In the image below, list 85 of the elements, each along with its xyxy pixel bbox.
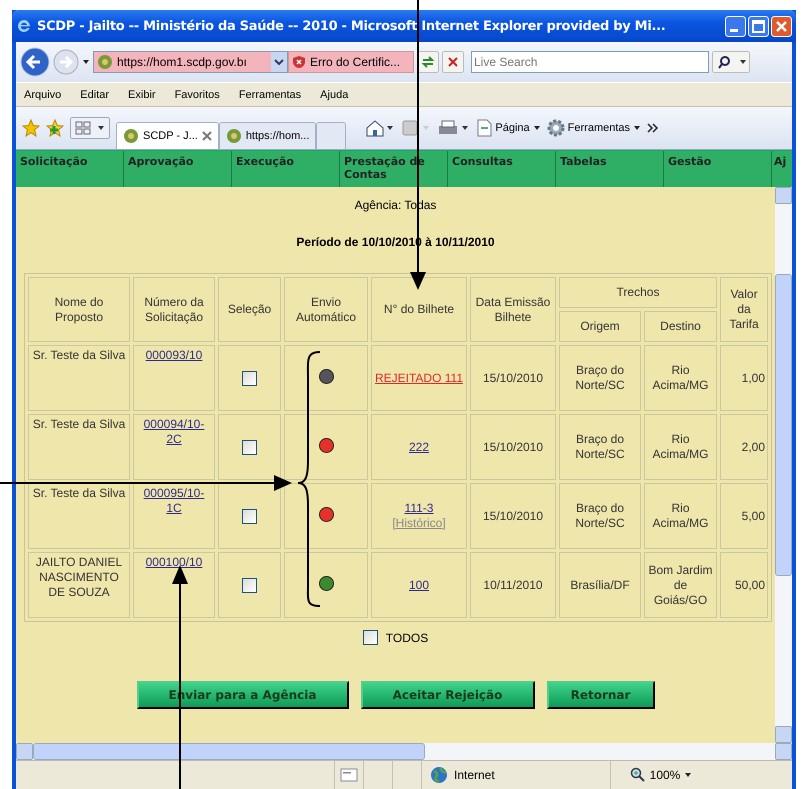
- gear-icon: [546, 119, 565, 137]
- ticket-link[interactable]: 111-3: [404, 501, 434, 516]
- certificate-error-button[interactable]: Erro do Certific...: [288, 51, 414, 73]
- search-field[interactable]: Live Search: [471, 51, 709, 73]
- table-cell: JAILTO DANIEL NASCIMENTO DE SOUZA: [28, 552, 130, 618]
- site-icon: [97, 54, 113, 70]
- checkbox[interactable]: [242, 440, 257, 455]
- table-cell: 10/11/2010: [470, 552, 556, 618]
- window-title: SCDP - Jailto -- Ministério da Saúde -- 2010 - Microsoft Internet Explorer provided by Mi...: [37, 18, 666, 34]
- table-cell: Sr. Teste da Silva: [28, 345, 130, 411]
- browser-logo-icon: [16, 18, 32, 34]
- page-menu-button[interactable]: Página: [476, 119, 541, 137]
- table-cell: 1,00: [720, 345, 768, 411]
- status-zone: Internet: [454, 768, 495, 782]
- table-cell: Brasília/DF: [559, 552, 641, 618]
- chevron-icon[interactable]: [647, 122, 660, 134]
- star-icon[interactable]: [22, 119, 40, 137]
- vertical-scrollbar[interactable]: [775, 187, 792, 743]
- table-cell: 50,00: [720, 552, 768, 618]
- column-header: Data Emissão Bilhete: [470, 277, 556, 342]
- request-link[interactable]: 000100/10: [146, 555, 202, 570]
- checkbox[interactable]: [242, 508, 257, 524]
- table-cell: Bom Jardim de Goiás/GO: [644, 552, 717, 618]
- column-header: Seleção: [218, 277, 281, 342]
- table-cell: 15/10/2010: [470, 483, 556, 549]
- table-cell: Sr. Teste da Silva: [28, 483, 130, 549]
- tools-menu-button[interactable]: Ferramentas: [546, 119, 642, 137]
- zoom-icon: [630, 767, 646, 783]
- page-icon: [476, 119, 492, 137]
- column-header: N° do Bilhete: [371, 277, 467, 342]
- table-cell: Rio Acima/MG: [644, 414, 717, 480]
- column-header: Número da Solicitação: [133, 277, 215, 342]
- refresh-button[interactable]: [417, 51, 439, 73]
- table-cell: Rio Acima/MG: [644, 345, 717, 411]
- table-cell: 15/10/2010: [470, 414, 556, 480]
- address-field[interactable]: https://hom1.scdp.gov.bı: [93, 51, 288, 73]
- column-header: Envio Automático: [284, 277, 368, 342]
- minimize-button[interactable]: [725, 16, 746, 36]
- search-button[interactable]: [712, 51, 750, 73]
- action-button[interactable]: Aceitar Rejeição: [360, 681, 534, 709]
- back-button[interactable]: [20, 47, 50, 77]
- menu-item[interactable]: Editar: [80, 88, 110, 100]
- table-cell: Braço do Norte/SC: [559, 483, 641, 549]
- menu-item[interactable]: Ferramentas: [238, 88, 302, 100]
- site-icon: [226, 128, 242, 144]
- column-header: Trechos: [559, 277, 717, 308]
- table-cell: Sr. Teste da Silva: [28, 414, 130, 480]
- add-favorite-icon[interactable]: [46, 119, 64, 137]
- table-cell: 15/10/2010: [470, 345, 556, 411]
- globe-icon: [430, 766, 448, 784]
- shield-icon: [292, 55, 306, 69]
- request-link[interactable]: 000093/10: [146, 348, 202, 363]
- zoom-level[interactable]: 100%: [650, 768, 680, 782]
- menu-item[interactable]: Favoritos: [174, 88, 220, 100]
- column-header: Origem: [559, 311, 641, 342]
- site-icon: [123, 128, 139, 144]
- table-cell: 2,00: [720, 414, 768, 480]
- menu-item[interactable]: Exibir: [128, 88, 156, 100]
- table-cell: Braço do Norte/SC: [559, 345, 641, 411]
- browser-tab[interactable]: https://hom...: [218, 122, 316, 149]
- checkbox-label: TODOS: [386, 630, 428, 644]
- horizontal-scrollbar[interactable]: [16, 743, 792, 760]
- menu-item[interactable]: Ajuda: [320, 88, 348, 100]
- table-cell: Braço do Norte/SC: [559, 414, 641, 480]
- home-icon[interactable]: [364, 118, 394, 138]
- stop-button[interactable]: [442, 51, 464, 73]
- ticket-link[interactable]: 222: [408, 440, 430, 454]
- ticket-link[interactable]: 100: [408, 578, 430, 592]
- quick-tabs-button[interactable]: [70, 117, 110, 139]
- maximize-button[interactable]: [748, 16, 769, 36]
- nav-menu-item[interactable]: Aj: [772, 151, 788, 187]
- column-header: Destino: [644, 311, 717, 342]
- column-header: Valor da Tarifa: [720, 277, 768, 342]
- close-button[interactable]: [771, 16, 792, 36]
- close-icon[interactable]: [202, 131, 212, 141]
- checkbox[interactable]: [242, 578, 257, 593]
- dropdown-icon[interactable]: [271, 52, 287, 72]
- checkbox[interactable]: [362, 630, 378, 645]
- table-cell: 5,00: [720, 483, 768, 549]
- menu-item[interactable]: Arquivo: [24, 88, 62, 100]
- checkbox[interactable]: [242, 370, 257, 386]
- table-cell: Rio Acima/MG: [644, 483, 717, 549]
- column-header: Nome do Proposto: [28, 277, 130, 342]
- action-button[interactable]: Retornar: [546, 681, 654, 709]
- browser-tab[interactable]: SCDP - J...: [116, 122, 219, 149]
